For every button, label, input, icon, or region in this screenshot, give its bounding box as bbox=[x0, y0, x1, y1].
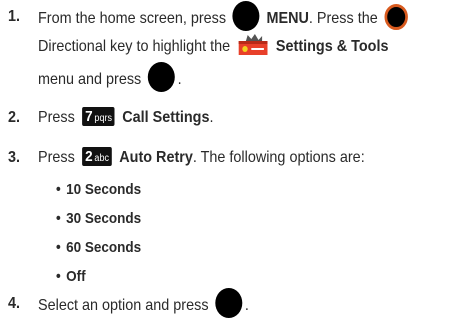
step-text: . bbox=[244, 297, 249, 315]
step-number: 1. bbox=[8, 8, 21, 25]
step-1-line-3: menu and press . bbox=[38, 62, 182, 92]
step-text: Select an option and press bbox=[38, 297, 209, 315]
step-text: menu and press bbox=[38, 71, 142, 89]
list-item: • 30 Seconds bbox=[56, 209, 141, 229]
call-settings-label: Call Settings bbox=[122, 109, 210, 126]
settings-tools-label: Settings & Tools bbox=[275, 38, 389, 55]
list-item: • 10 Seconds bbox=[56, 180, 141, 200]
step-4-line: Select an option and press . bbox=[38, 288, 249, 318]
step-text: . The following options are: bbox=[192, 149, 365, 166]
step-text: Directional key to highlight the bbox=[38, 38, 231, 55]
step-text: . bbox=[177, 71, 182, 89]
key-digit: 7 bbox=[85, 107, 93, 125]
step-number: 3. bbox=[8, 149, 21, 166]
key-2-icon: 2 abc bbox=[82, 146, 112, 166]
bullet: • bbox=[56, 210, 61, 227]
black-circle-button-icon bbox=[232, 1, 260, 31]
key-letters: pqrs bbox=[94, 112, 112, 124]
option-label: Off bbox=[66, 268, 86, 285]
settings-tools-icon bbox=[238, 33, 268, 55]
list-item: • Off bbox=[56, 267, 86, 287]
bullet: • bbox=[56, 268, 61, 285]
step-2-line: Press 7 pqrs Call Settings. bbox=[38, 106, 214, 128]
step-1-line-1: From the home screen, press MENU. Press … bbox=[38, 1, 410, 31]
menu-label: MENU bbox=[266, 10, 309, 28]
black-circle-button-icon bbox=[215, 288, 243, 318]
option-label: 60 Seconds bbox=[66, 239, 142, 256]
list-item: • 60 Seconds bbox=[56, 238, 141, 258]
step-number: 2. bbox=[8, 109, 21, 126]
key-7-icon: 7 pqrs bbox=[82, 106, 115, 126]
step-3-line: Press 2 abc Auto Retry. The following opt… bbox=[38, 146, 365, 168]
instruction-document: 1. From the home screen, press MENU. Pre… bbox=[0, 0, 460, 319]
option-label: 10 Seconds bbox=[66, 181, 142, 198]
bullet: • bbox=[56, 181, 61, 198]
step-number: 4. bbox=[8, 295, 21, 312]
step-text: From the home screen, press bbox=[38, 10, 227, 28]
step-1-line-2: Directional key to highlight the Setting… bbox=[38, 33, 389, 57]
black-circle-button-icon bbox=[147, 62, 175, 92]
auto-retry-label: Auto Retry bbox=[119, 149, 193, 166]
step-text: . Press the bbox=[308, 10, 378, 28]
step-text: Press bbox=[38, 109, 75, 126]
key-digit: 2 bbox=[85, 147, 93, 165]
bullet: • bbox=[56, 239, 61, 256]
step-text: . bbox=[209, 109, 214, 126]
directional-key-icon bbox=[384, 3, 408, 30]
option-label: 30 Seconds bbox=[66, 210, 142, 227]
key-letters: abc bbox=[94, 152, 109, 164]
step-text: Press bbox=[38, 149, 75, 166]
